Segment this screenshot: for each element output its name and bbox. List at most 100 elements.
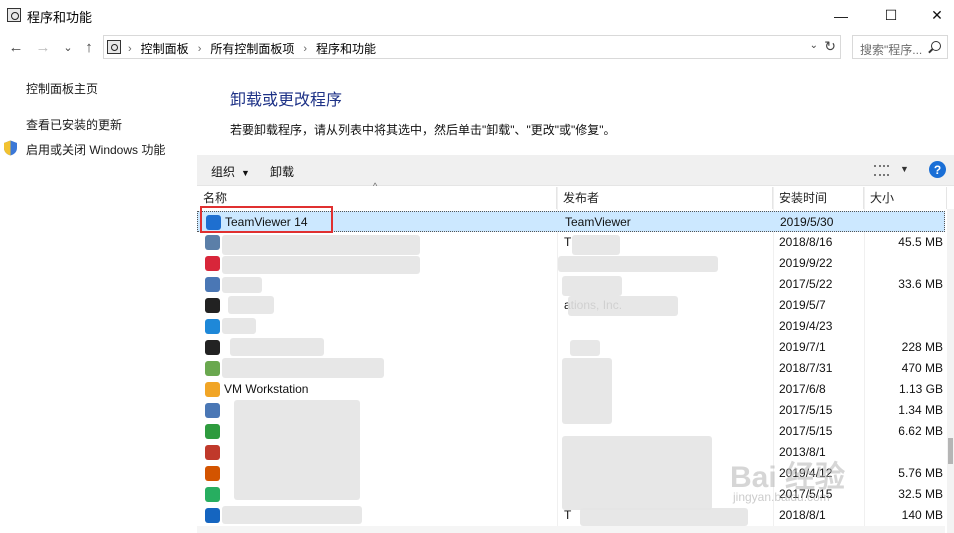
window-title: 程序和功能 [27, 10, 93, 25]
obscured-area [230, 338, 324, 356]
refresh-icon[interactable]: ↻ [824, 38, 836, 55]
control-panel-icon [107, 40, 121, 54]
program-install-date: 2019/7/1 [779, 340, 826, 354]
obscured-area [562, 358, 612, 424]
minimize-button[interactable]: — [818, 0, 864, 31]
command-bar: 组织 ▼ 卸载 ▼ ? [197, 155, 954, 186]
chevron-down-icon: ▼ [241, 168, 250, 178]
shield-icon [4, 140, 17, 156]
organize-label: 组织 [211, 165, 236, 179]
page-description: 若要卸载程序，请从列表中将其选中，然后单击"卸载"、"更改"或"修复"。 [230, 123, 616, 137]
help-icon[interactable]: ? [929, 161, 946, 178]
program-install-date: 2018/7/31 [779, 361, 833, 375]
chevron-down-icon[interactable]: ▼ [900, 164, 909, 174]
obscured-area [222, 256, 420, 274]
program-size: 1.34 MB [898, 403, 943, 417]
program-size: 470 MB [901, 361, 943, 375]
search-input[interactable]: 搜索"程序... [852, 35, 948, 59]
recent-locations-dropdown[interactable]: ⌄ [60, 36, 76, 58]
program-icon [205, 340, 220, 355]
program-size: 6.62 MB [898, 424, 943, 438]
annotation-highlight [200, 206, 333, 233]
obscured-area [558, 256, 718, 272]
navigation-bar: ← → ⌄ ↑ › 控制面板 › 所有控制面板项 › 程序和功能 ⌄ ↻ 搜索"… [0, 33, 954, 61]
program-icon [205, 235, 220, 250]
program-icon [205, 382, 220, 397]
program-icon [205, 445, 220, 460]
vertical-scrollbar[interactable] [947, 209, 954, 533]
breadcrumb-all-items[interactable]: 所有控制面板项 [210, 40, 294, 57]
program-icon [205, 508, 220, 523]
horizontal-scrollbar[interactable] [197, 526, 945, 533]
program-install-date: 2017/5/22 [779, 277, 833, 291]
search-icon[interactable] [931, 41, 941, 51]
view-options-icon[interactable] [874, 165, 889, 176]
breadcrumb: › 控制面板 › 所有控制面板项 › 程序和功能 [128, 40, 376, 57]
program-icon [205, 298, 220, 313]
scrollbar-thumb[interactable] [948, 438, 953, 464]
breadcrumb-separator[interactable]: › [198, 43, 202, 55]
forward-button[interactable]: → [32, 36, 54, 58]
program-icon [205, 319, 220, 334]
program-install-date: 2017/5/15 [779, 424, 833, 438]
breadcrumb-separator: › [128, 42, 132, 55]
organize-button[interactable]: 组织 ▼ [211, 163, 250, 180]
column-header-installed-on[interactable]: 安装时间 [773, 187, 864, 209]
breadcrumb-control-panel[interactable]: 控制面板 [141, 40, 189, 57]
close-button[interactable]: ✕ [914, 0, 954, 31]
breadcrumb-programs[interactable]: 程序和功能 [316, 40, 376, 57]
obscured-area [222, 358, 384, 378]
program-icon [205, 277, 220, 292]
uninstall-button[interactable]: 卸载 [270, 163, 294, 180]
search-placeholder: 搜索"程序... [860, 43, 923, 57]
breadcrumb-separator[interactable]: › [303, 43, 307, 55]
obscured-area [572, 235, 620, 255]
program-row[interactable]: 2019/4/23 [197, 316, 945, 337]
program-install-date: 2019/9/22 [779, 256, 833, 270]
program-publisher: T [564, 508, 572, 522]
obscured-area [568, 296, 678, 316]
obscured-area [222, 506, 362, 524]
obscured-area [222, 277, 262, 293]
obscured-area [228, 296, 274, 314]
program-name: VM Workstation [224, 382, 309, 396]
program-install-date: 2018/8/16 [779, 235, 833, 249]
title-bar: 程序和功能 — ☐ ✕ [0, 0, 954, 31]
program-size: 140 MB [901, 508, 943, 522]
up-button[interactable]: ↑ [79, 36, 99, 58]
program-size: 228 MB [901, 340, 943, 354]
program-install-date: 2018/8/1 [779, 508, 826, 522]
program-install-date: 2019/5/30 [780, 215, 834, 229]
maximize-button[interactable]: ☐ [868, 0, 914, 31]
sidebar-item-windows-features[interactable]: 启用或关闭 Windows 功能 [26, 141, 165, 158]
back-button[interactable]: ← [5, 36, 27, 58]
obscured-area [234, 400, 360, 500]
program-icon [205, 256, 220, 271]
obscured-area [570, 340, 600, 356]
address-bar[interactable]: › 控制面板 › 所有控制面板项 › 程序和功能 ⌄ ↻ [103, 35, 841, 59]
address-dropdown-icon[interactable]: ⌄ [810, 40, 818, 51]
control-panel-icon [7, 8, 21, 22]
program-size: 5.76 MB [898, 466, 943, 480]
sidebar-item-control-panel-home[interactable]: 控制面板主页 [26, 80, 98, 97]
column-header-publisher[interactable]: 发布者 [557, 187, 773, 209]
sidebar-item-installed-updates[interactable]: 查看已安装的更新 [26, 116, 122, 133]
program-install-date: 2019/5/7 [779, 298, 826, 312]
program-size: 1.13 GB [898, 382, 943, 396]
program-size: 33.6 MB [898, 277, 943, 291]
program-publisher: TeamViewer [565, 215, 631, 229]
program-icon [205, 487, 220, 502]
program-icon [205, 361, 220, 376]
column-header-size[interactable]: 大小 [864, 187, 947, 209]
program-size: 45.5 MB [898, 235, 943, 249]
program-install-date: 2017/6/8 [779, 382, 826, 396]
obscured-area [222, 318, 256, 334]
obscured-area [222, 235, 420, 255]
program-icon [205, 403, 220, 418]
program-publisher: T [564, 235, 572, 249]
program-icon [205, 424, 220, 439]
program-icon [205, 466, 220, 481]
program-install-date: 2019/4/23 [779, 319, 833, 333]
program-install-date: 2017/5/15 [779, 403, 833, 417]
program-size: 32.5 MB [898, 487, 943, 501]
